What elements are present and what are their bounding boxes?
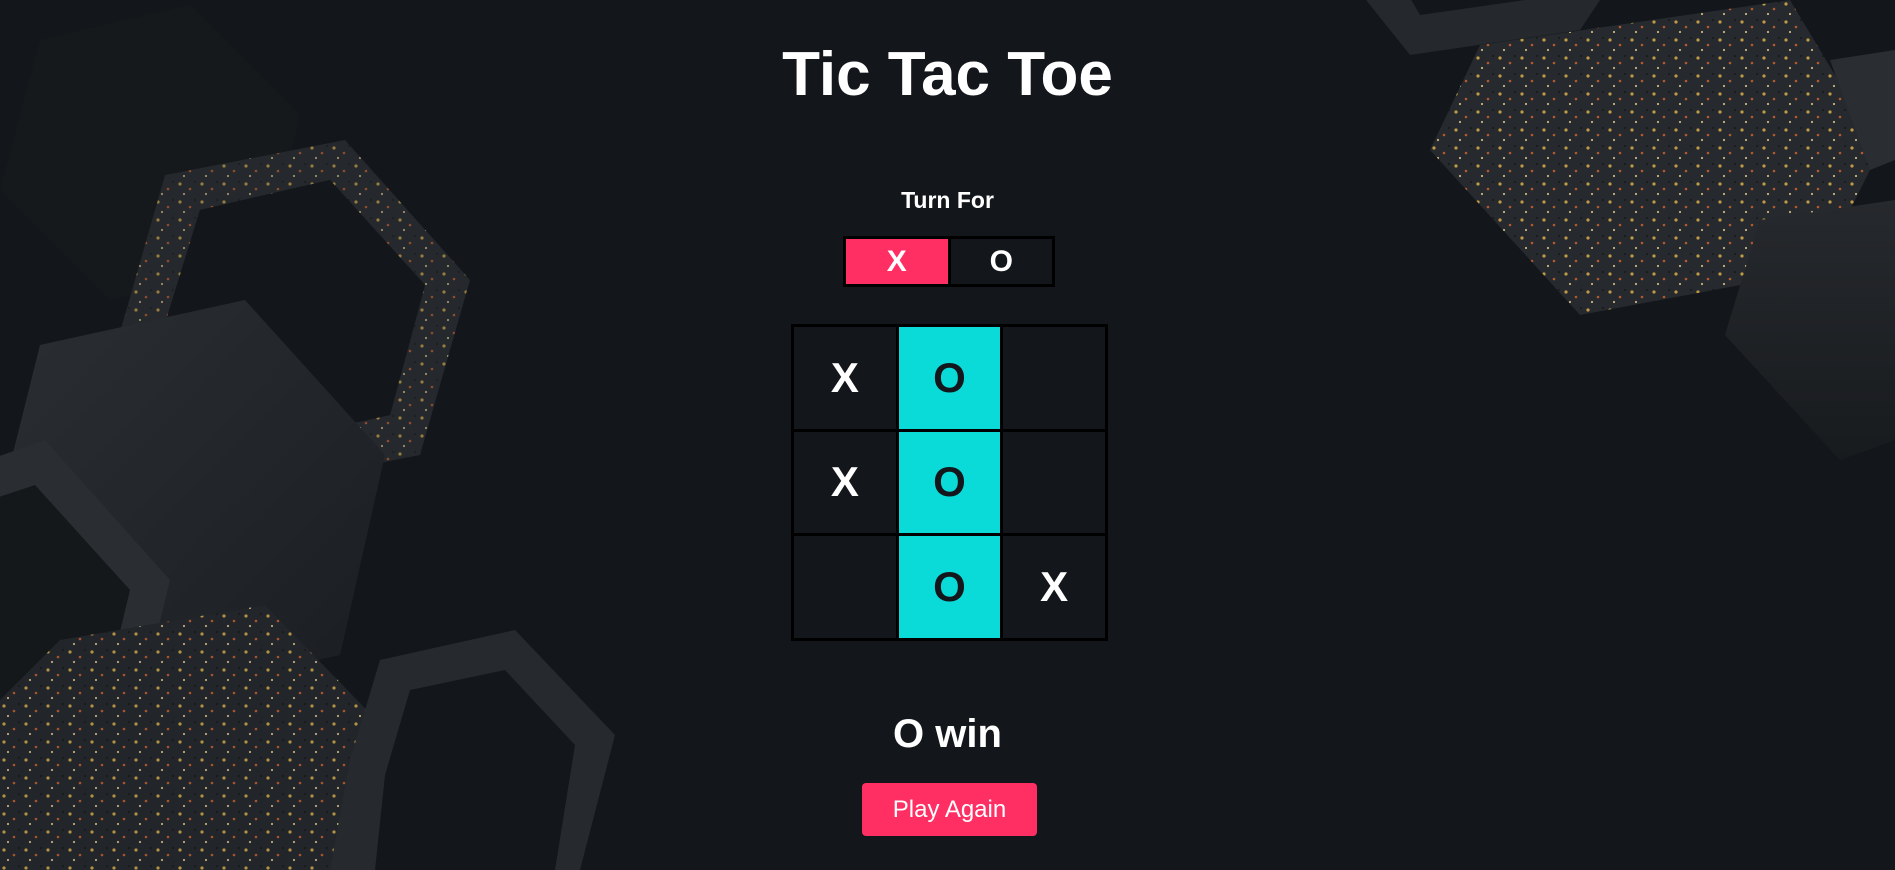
- turn-label: Turn For: [901, 187, 994, 213]
- game-result: O win: [893, 712, 1002, 756]
- board-cell[interactable]: [1003, 431, 1105, 534]
- board-cell[interactable]: O: [898, 327, 1001, 429]
- game-board: X O X O O X: [791, 324, 1108, 641]
- board-cell[interactable]: X: [1003, 536, 1105, 638]
- turn-option-o[interactable]: O: [950, 239, 1052, 284]
- turn-indicator: X O: [843, 236, 1055, 287]
- page-title: Tic Tac Toe: [782, 40, 1113, 109]
- board-cell[interactable]: [794, 536, 896, 638]
- board-cell[interactable]: O: [898, 536, 1001, 638]
- board-cell[interactable]: O: [898, 431, 1001, 534]
- play-again-button[interactable]: Play Again: [862, 783, 1037, 836]
- board-cell[interactable]: X: [794, 327, 896, 429]
- board-cell[interactable]: [1003, 327, 1105, 429]
- game-app: Tic Tac Toe Turn For X O X O X O O X O w…: [0, 0, 1895, 870]
- board-cell[interactable]: X: [794, 431, 896, 534]
- turn-option-x[interactable]: X: [846, 239, 948, 284]
